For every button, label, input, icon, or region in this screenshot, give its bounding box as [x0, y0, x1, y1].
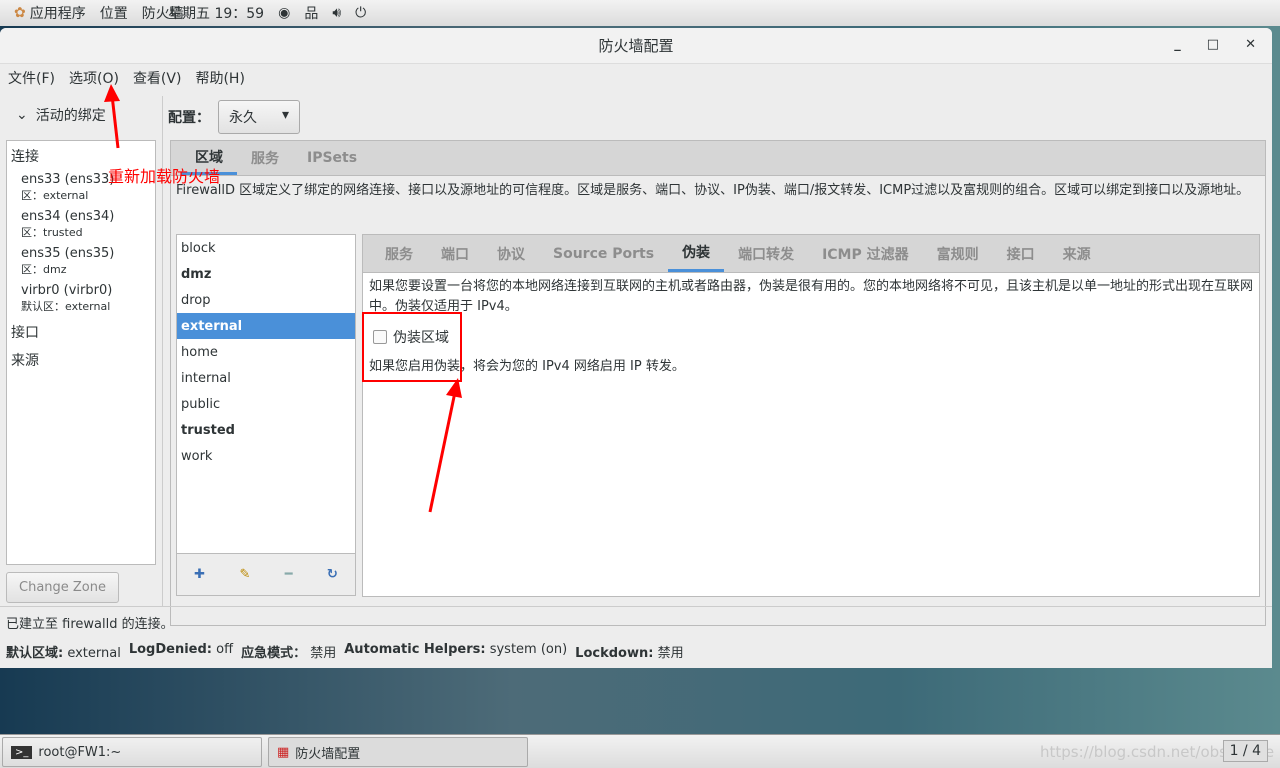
taskbar: >_ root@FW1:~ ▦ 防火墙配置 https://blog.csdn.ne… [0, 734, 1280, 768]
annotation-arrows [104, 84, 462, 513]
annotation-text: 重新加载防火墙 [108, 167, 221, 186]
task-firewall[interactable]: ▦ 防火墙配置 [268, 737, 528, 767]
workspace-pager[interactable]: 1 / 4 [1222, 740, 1268, 762]
task-terminal[interactable]: >_ root@FW1:~ [2, 737, 262, 767]
firewall-icon: ▦ [277, 744, 290, 760]
terminal-icon: >_ [11, 745, 33, 759]
